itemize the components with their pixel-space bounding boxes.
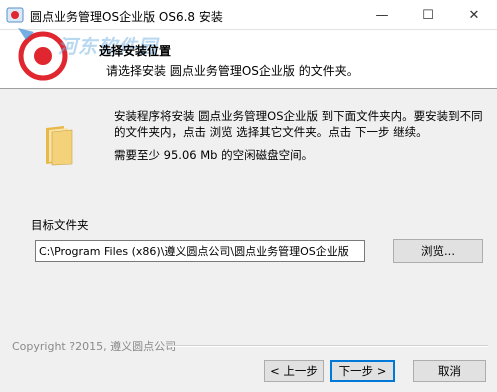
maximize-button[interactable]: ☐ — [405, 0, 451, 30]
footer-divider — [168, 345, 488, 347]
page-subtitle: 请选择安装 圆点业务管理OS企业版 的文件夹。 — [106, 64, 359, 78]
install-description: 安装程序将安装 圆点业务管理OS企业版 到下面文件夹内。要安装到不同的文件夹内，… — [114, 109, 483, 139]
cancel-button[interactable]: 取消 — [413, 360, 486, 382]
browse-button[interactable]: 浏览... — [393, 239, 483, 263]
destination-path-input[interactable] — [35, 240, 365, 262]
destination-group-label: 目标文件夹 — [31, 218, 89, 232]
page-title: 选择安装位置 — [99, 44, 172, 58]
close-button[interactable]: ✕ — [451, 0, 497, 30]
minimize-button[interactable]: — — [359, 0, 405, 30]
next-button[interactable]: 下一步 > — [330, 360, 395, 382]
destination-folder-group: 目标文件夹 浏览... — [31, 218, 483, 278]
folder-icon — [46, 126, 73, 166]
space-required-text: 需要至少 95.06 Mb 的空闲磁盘空间。 — [114, 148, 314, 162]
back-button[interactable]: < 上一步 — [264, 360, 324, 382]
copyright-text: Copyright ?2015, 遵义圆点公司 — [12, 340, 177, 353]
page-header: 河东软件园 选择安装位置 请选择安装 圆点业务管理OS企业版 的文件夹。 — [0, 28, 497, 89]
